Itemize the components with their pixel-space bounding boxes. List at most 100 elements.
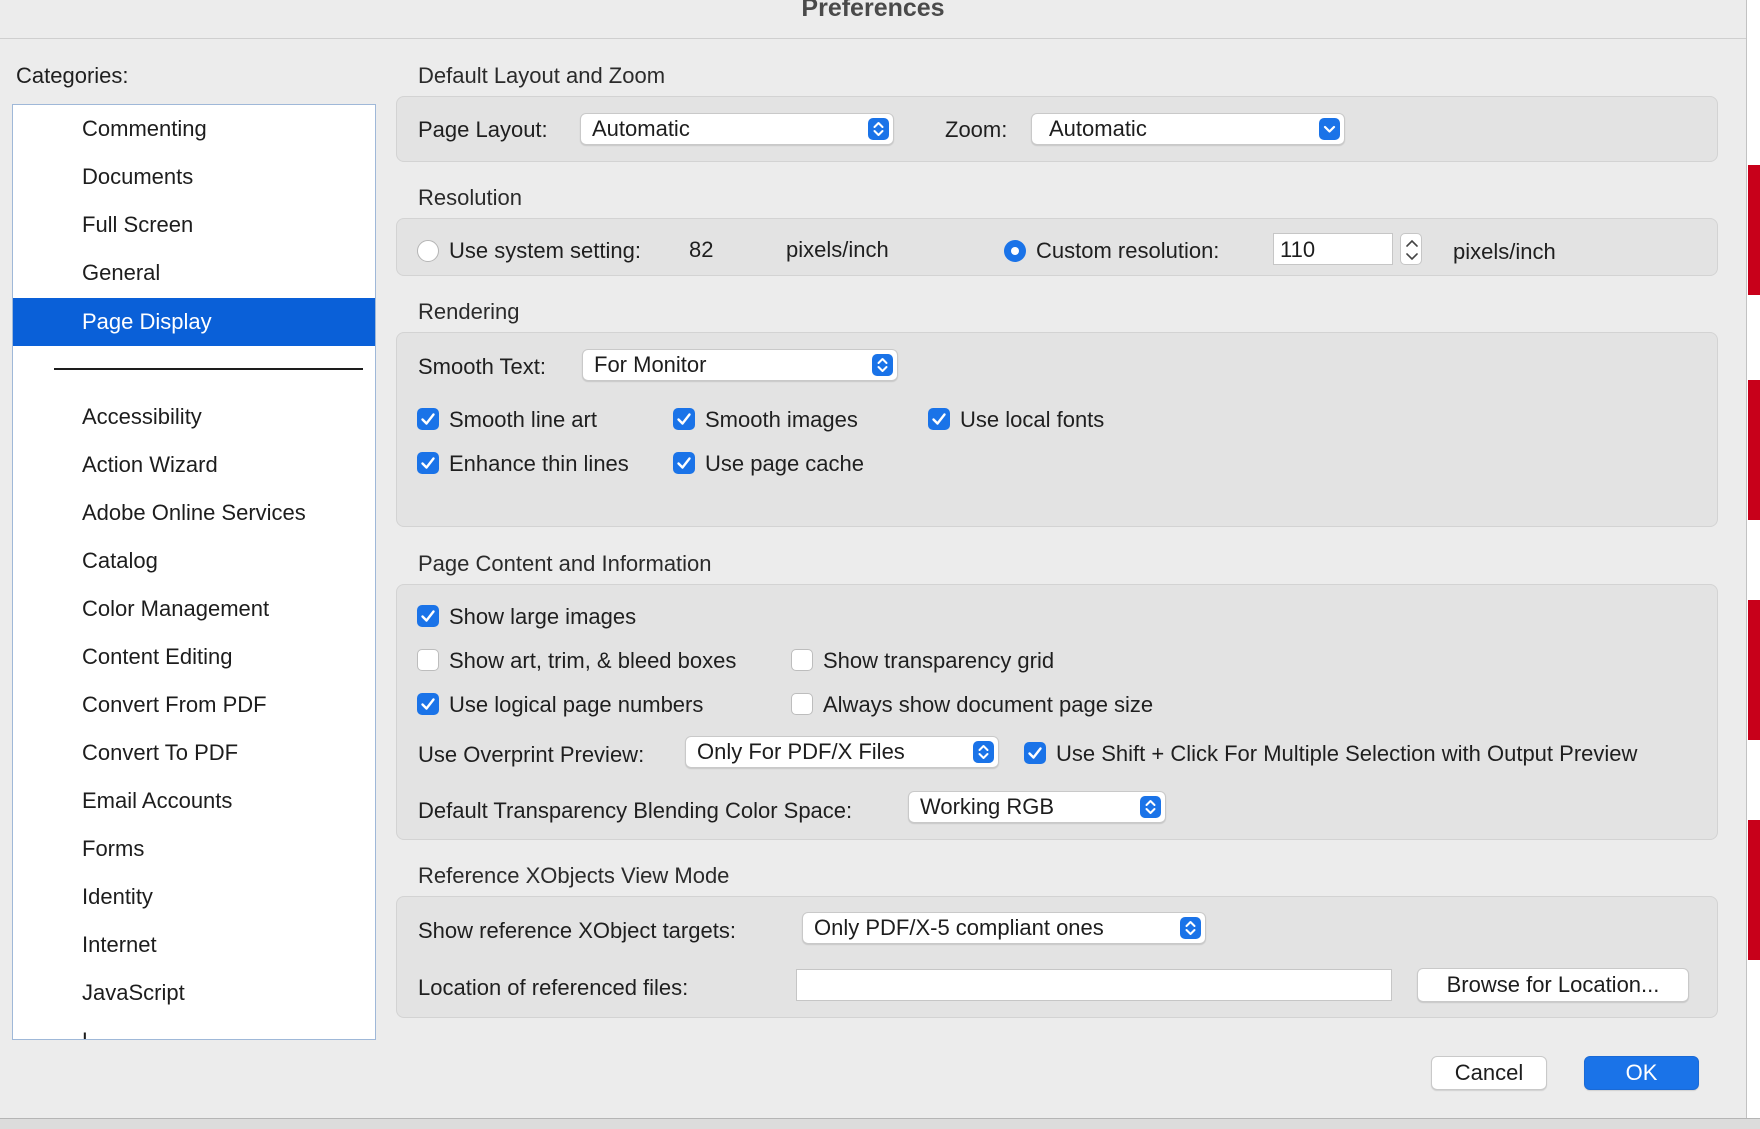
use-logical-page-numbers-checkbox[interactable] bbox=[417, 693, 439, 715]
page-content-group: Show large images Show art, trim, & blee… bbox=[396, 584, 1718, 840]
page-layout-label: Page Layout: bbox=[418, 117, 548, 142]
category-item-action-wizard[interactable]: Action Wizard bbox=[13, 442, 375, 488]
zoom-popup[interactable]: Automatic bbox=[1031, 113, 1345, 145]
xobject-targets-value: Only PDF/X-5 compliant ones bbox=[814, 915, 1104, 940]
overprint-preview-value: Only For PDF/X Files bbox=[697, 739, 905, 764]
show-transparency-grid-checkbox[interactable] bbox=[791, 649, 813, 671]
ok-button[interactable]: OK bbox=[1584, 1056, 1699, 1090]
resolution-stepper[interactable] bbox=[1400, 233, 1422, 265]
show-art-trim-checkbox[interactable] bbox=[417, 649, 439, 671]
zoom-label: Zoom: bbox=[945, 117, 1008, 142]
shift-click-checkbox[interactable] bbox=[1024, 742, 1046, 764]
preferences-dialog: Preferences Categories: Commenting Docum… bbox=[0, 0, 1747, 1118]
category-item-color-management[interactable]: Color Management bbox=[13, 586, 375, 632]
category-item-internet[interactable]: Internet bbox=[13, 922, 375, 968]
xobject-targets-popup[interactable]: Only PDF/X-5 compliant ones bbox=[802, 912, 1206, 944]
always-show-doc-size-label: Always show document page size bbox=[823, 692, 1154, 717]
show-large-images-checkbox[interactable] bbox=[417, 605, 439, 627]
smooth-text-label: Smooth Text: bbox=[418, 354, 546, 379]
custom-resolution-label: Custom resolution: bbox=[1036, 238, 1220, 263]
category-item-full-screen[interactable]: Full Screen bbox=[13, 202, 375, 248]
updown-chevron-icon bbox=[973, 741, 994, 763]
background-app-strip bbox=[1748, 165, 1760, 295]
smooth-line-art-label: Smooth line art bbox=[449, 407, 597, 432]
resolution-group: Use system setting: 82 pixels/inch Custo… bbox=[396, 218, 1718, 276]
section-title-layout-zoom: Default Layout and Zoom bbox=[418, 63, 666, 88]
page-layout-popup[interactable]: Automatic bbox=[580, 113, 894, 145]
category-item-adobe-online-services[interactable]: Adobe Online Services bbox=[13, 490, 375, 536]
category-item-general[interactable]: General bbox=[13, 250, 375, 296]
xobjects-group: Show reference XObject targets: Only PDF… bbox=[396, 896, 1718, 1018]
category-item-page-display[interactable]: Page Display bbox=[13, 298, 375, 346]
smooth-text-value: For Monitor bbox=[594, 352, 707, 377]
categories-label: Categories: bbox=[16, 63, 129, 88]
shift-click-label: Use Shift + Click For Multiple Selection… bbox=[1056, 741, 1638, 766]
custom-resolution-field[interactable]: 110 bbox=[1273, 233, 1393, 265]
updown-chevron-icon bbox=[872, 354, 893, 376]
system-setting-unit: pixels/inch bbox=[786, 237, 889, 262]
category-item-javascript[interactable]: JavaScript bbox=[13, 970, 375, 1016]
categories-list[interactable]: Commenting Documents Full Screen General… bbox=[12, 104, 376, 1040]
smooth-images-checkbox[interactable] bbox=[673, 408, 695, 430]
category-item-content-editing[interactable]: Content Editing bbox=[13, 634, 375, 680]
overprint-preview-label: Use Overprint Preview: bbox=[418, 742, 645, 767]
use-page-cache-label: Use page cache bbox=[705, 451, 864, 476]
referenced-files-location-field[interactable] bbox=[796, 969, 1392, 1001]
overprint-preview-popup[interactable]: Only For PDF/X Files bbox=[685, 736, 999, 768]
use-local-fonts-label: Use local fonts bbox=[960, 407, 1105, 432]
category-item-convert-to-pdf[interactable]: Convert To PDF bbox=[13, 730, 375, 776]
category-item-email-accounts[interactable]: Email Accounts bbox=[13, 778, 375, 824]
show-transparency-grid-label: Show transparency grid bbox=[823, 648, 1055, 673]
checkmark-icon bbox=[1028, 747, 1042, 759]
stepper-arrows-icon bbox=[1406, 239, 1418, 261]
use-local-fonts-checkbox[interactable] bbox=[928, 408, 950, 430]
xobject-targets-label: Show reference XObject targets: bbox=[418, 918, 736, 943]
category-item-partial[interactable]: L bbox=[13, 1018, 375, 1039]
smooth-images-label: Smooth images bbox=[705, 407, 858, 432]
blending-color-space-popup[interactable]: Working RGB bbox=[908, 791, 1166, 823]
zoom-value: Automatic bbox=[1049, 116, 1147, 141]
category-item-catalog[interactable]: Catalog bbox=[13, 538, 375, 584]
system-setting-radio[interactable] bbox=[417, 240, 439, 262]
checkmark-icon bbox=[677, 457, 691, 469]
custom-resolution-radio[interactable] bbox=[1004, 240, 1026, 262]
checkmark-icon bbox=[932, 413, 946, 425]
background-app-strip bbox=[1748, 820, 1760, 960]
smooth-text-popup[interactable]: For Monitor bbox=[582, 349, 898, 381]
updown-chevron-icon bbox=[1140, 796, 1161, 818]
updown-chevron-icon bbox=[1180, 917, 1201, 939]
category-item-convert-from-pdf[interactable]: Convert From PDF bbox=[13, 682, 375, 728]
category-separator bbox=[54, 368, 363, 370]
category-item-accessibility[interactable]: Accessibility bbox=[13, 394, 375, 440]
system-setting-label: Use system setting: bbox=[449, 238, 641, 263]
use-page-cache-checkbox[interactable] bbox=[673, 452, 695, 474]
smooth-line-art-checkbox[interactable] bbox=[417, 408, 439, 430]
section-title-rendering: Rendering bbox=[418, 299, 520, 324]
custom-resolution-unit: pixels/inch bbox=[1453, 239, 1556, 264]
checkmark-icon bbox=[677, 413, 691, 425]
category-item-documents[interactable]: Documents bbox=[13, 154, 375, 200]
show-large-images-label: Show large images bbox=[449, 604, 637, 629]
always-show-doc-size-checkbox[interactable] bbox=[791, 693, 813, 715]
section-title-resolution: Resolution bbox=[418, 185, 522, 210]
category-item-commenting[interactable]: Commenting bbox=[13, 106, 375, 152]
checkmark-icon bbox=[421, 698, 435, 710]
use-logical-page-numbers-label: Use logical page numbers bbox=[449, 692, 704, 717]
page-layout-value: Automatic bbox=[592, 116, 690, 141]
section-title-page-content: Page Content and Information bbox=[418, 551, 712, 576]
blending-color-space-value: Working RGB bbox=[920, 794, 1055, 819]
cancel-button[interactable]: Cancel bbox=[1431, 1056, 1547, 1090]
show-art-trim-label: Show art, trim, & bleed boxes bbox=[449, 648, 737, 673]
referenced-files-location-label: Location of referenced files: bbox=[418, 975, 689, 1000]
updown-chevron-icon bbox=[868, 118, 889, 140]
system-setting-value: 82 bbox=[689, 237, 714, 262]
checkmark-icon bbox=[421, 413, 435, 425]
window-title: Preferences bbox=[801, 0, 945, 22]
title-bar: Preferences bbox=[0, 0, 1746, 39]
category-item-forms[interactable]: Forms bbox=[13, 826, 375, 872]
browse-for-location-button[interactable]: Browse for Location... bbox=[1417, 968, 1689, 1002]
enhance-thin-lines-checkbox[interactable] bbox=[417, 452, 439, 474]
category-item-identity[interactable]: Identity bbox=[13, 874, 375, 920]
layout-zoom-group: Page Layout: Automatic Zoom: Automatic bbox=[396, 96, 1718, 162]
blending-color-space-label: Default Transparency Blending Color Spac… bbox=[418, 798, 853, 823]
